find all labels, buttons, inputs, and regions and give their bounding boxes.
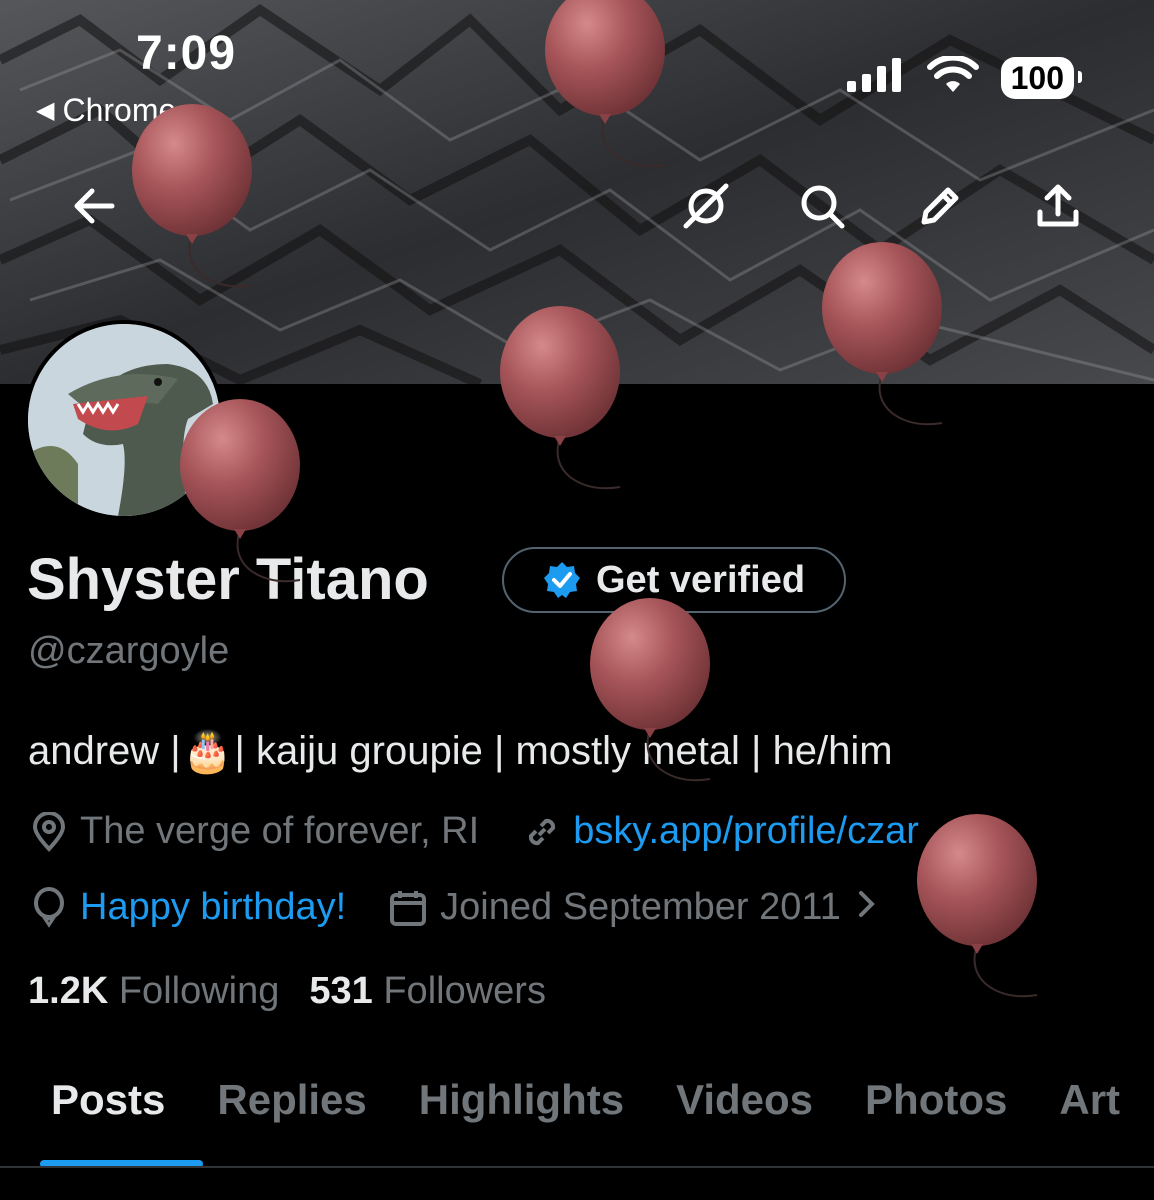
bio-text-end: | kaiju groupie | mostly metal | he/him <box>234 729 893 773</box>
search-button[interactable] <box>794 178 850 234</box>
get-verified-label: Get verified <box>596 558 806 601</box>
search-icon <box>801 185 845 229</box>
balloon-7 <box>916 813 1038 998</box>
share-button[interactable] <box>1030 178 1086 234</box>
followers-count: 531 <box>309 970 373 1012</box>
back-arrow-icon <box>74 188 115 224</box>
location-icon <box>30 811 68 852</box>
pencil-icon <box>921 187 959 225</box>
profile-meta-row-2: Happy birthday! Joined September 2011 <box>30 886 877 929</box>
tab-replies[interactable]: Replies <box>191 1076 392 1168</box>
tab-divider <box>0 1166 1154 1168</box>
avatar[interactable] <box>24 320 224 520</box>
tab-highlights[interactable]: Highlights <box>393 1076 650 1168</box>
following-label: Following <box>118 970 280 1012</box>
get-verified-button[interactable]: Get verified <box>502 547 846 613</box>
status-indicators: 100 <box>845 54 1083 99</box>
profile-bio: andrew | 🎂 | kaiju groupie | mostly meta… <box>28 728 893 775</box>
followers-label: Followers <box>383 970 546 1012</box>
dinosaur-avatar-image <box>28 324 220 516</box>
chevron-right-icon[interactable] <box>857 886 877 929</box>
profile-name: Shyster Titano <box>27 547 429 612</box>
followers-stat[interactable]: 531 Followers <box>309 970 546 1013</box>
link-icon <box>523 813 561 851</box>
tab-articles[interactable]: Art <box>1033 1076 1146 1168</box>
share-icon <box>1037 184 1079 227</box>
website-link[interactable]: bsky.app/profile/czar <box>573 810 919 853</box>
back-to-app[interactable]: ◀ Chrome <box>36 92 176 129</box>
tab-videos[interactable]: Videos <box>650 1076 839 1168</box>
bio-text-start: andrew | <box>28 729 181 773</box>
calendar-icon <box>388 888 428 928</box>
wifi-icon <box>926 54 979 99</box>
status-time: 7:09 <box>136 27 237 80</box>
following-count: 1.2K <box>28 970 109 1012</box>
battery-indicator: 100 <box>1000 56 1083 99</box>
back-button[interactable] <box>66 178 122 234</box>
profile-handle: @czargoyle <box>28 630 230 672</box>
grok-icon <box>683 183 729 229</box>
joined-date: Joined September 2011 <box>440 886 841 928</box>
birthday-cake-emoji: 🎂 <box>182 730 233 774</box>
profile-tabs: Posts Replies Highlights Videos Photos A… <box>0 1076 1154 1168</box>
location-text: The verge of forever, RI <box>80 810 480 852</box>
follow-stats: 1.2K Following 531 Followers <box>28 970 546 1013</box>
tab-photos[interactable]: Photos <box>839 1076 1033 1168</box>
back-triangle-icon: ◀ <box>36 97 55 124</box>
grok-button[interactable] <box>678 178 734 234</box>
cellular-signal-icon <box>845 57 905 98</box>
back-app-label: Chrome <box>62 92 177 128</box>
following-stat[interactable]: 1.2K Following <box>28 970 279 1013</box>
edit-button[interactable] <box>912 178 968 234</box>
tab-posts[interactable]: Posts <box>0 1076 204 1168</box>
verified-badge-icon <box>544 562 580 598</box>
balloon-icon <box>30 886 68 929</box>
profile-meta-row-1: The verge of forever, RI bsky.app/profil… <box>30 810 919 853</box>
birthday-link[interactable]: Happy birthday! <box>80 886 346 929</box>
